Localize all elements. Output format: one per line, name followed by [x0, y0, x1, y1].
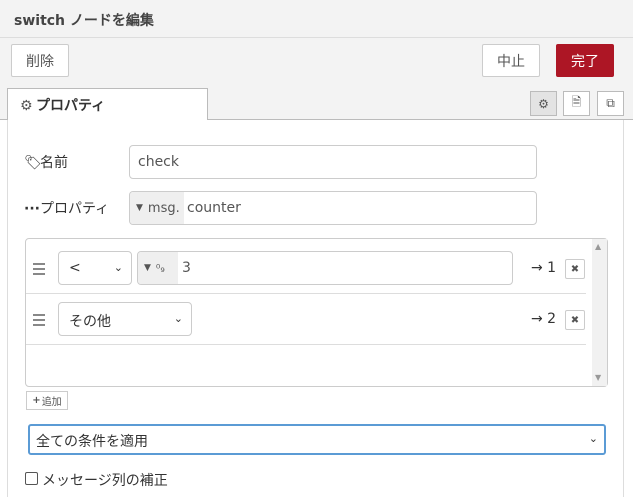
remove-rule-button[interactable]: ✖: [565, 310, 585, 330]
plus-icon: +: [32, 395, 41, 406]
drag-handle-icon[interactable]: [33, 314, 45, 329]
tab-properties[interactable]: ⚙ プロパティ: [7, 88, 208, 121]
rule-operator-select[interactable]: その他 ⌄: [58, 302, 192, 336]
chevron-down-icon: ⌄: [588, 432, 598, 445]
drag-handle-icon[interactable]: [33, 263, 45, 278]
delete-button[interactable]: 削除: [11, 44, 69, 77]
caret-down-icon: ▼: [136, 203, 143, 213]
chevron-down-icon: ⌄: [173, 312, 183, 325]
done-button[interactable]: 完了: [556, 44, 614, 77]
rule-output-label: → 1: [531, 260, 557, 276]
caret-down-icon: ▼: [144, 263, 151, 273]
rule-output-label: → 2: [531, 311, 557, 327]
settings-gear-button[interactable]: ⚙: [530, 91, 557, 116]
remove-rule-button[interactable]: ✖: [565, 259, 585, 279]
add-rule-button[interactable]: + 追加: [26, 391, 68, 410]
check-all-select[interactable]: 全ての条件を適用 ⌄: [28, 424, 606, 455]
dialog-title: switch ノードを編集: [0, 0, 633, 38]
tab-properties-label: プロパティ: [36, 98, 106, 114]
rule-value[interactable]: 3: [182, 260, 191, 276]
close-icon: ✖: [570, 263, 580, 275]
name-input[interactable]: check: [129, 145, 537, 179]
rule-divider: [26, 344, 586, 345]
document-icon: 🗎: [571, 95, 582, 109]
property-value[interactable]: counter: [187, 200, 241, 216]
rule-value-input[interactable]: ▼ ⁰₉ 3: [137, 251, 513, 285]
description-button[interactable]: 🗎: [563, 91, 590, 116]
cancel-button[interactable]: 中止: [482, 44, 540, 77]
repair-label: メッセージ列の補正: [42, 473, 168, 489]
property-input[interactable]: ▼ msg. counter: [129, 191, 537, 225]
gear-icon: ⚙: [538, 96, 549, 111]
rule-divider: [26, 293, 586, 294]
property-type-selector[interactable]: ▼ msg.: [130, 192, 184, 224]
gear-icon: ⚙: [20, 98, 33, 114]
name-label: 🏷名前: [24, 155, 68, 171]
appearance-button[interactable]: ⧉: [597, 91, 624, 116]
scroll-up-icon[interactable]: ▲: [595, 242, 601, 251]
value-type-selector[interactable]: ▼ ⁰₉: [138, 252, 178, 284]
frame-icon: ⧉: [606, 96, 615, 110]
scroll-down-icon[interactable]: ▼: [595, 373, 601, 382]
rules-scrollbar[interactable]: [592, 239, 607, 386]
close-icon: ✖: [570, 314, 580, 326]
tag-icon: 🏷: [24, 155, 42, 171]
chevron-down-icon: ⌄: [113, 261, 123, 274]
rule-operator-select[interactable]: < ⌄: [58, 251, 132, 285]
property-label: ···プロパティ: [24, 201, 110, 217]
repair-checkbox[interactable]: [25, 472, 38, 485]
ellipsis-icon: ···: [24, 201, 40, 217]
